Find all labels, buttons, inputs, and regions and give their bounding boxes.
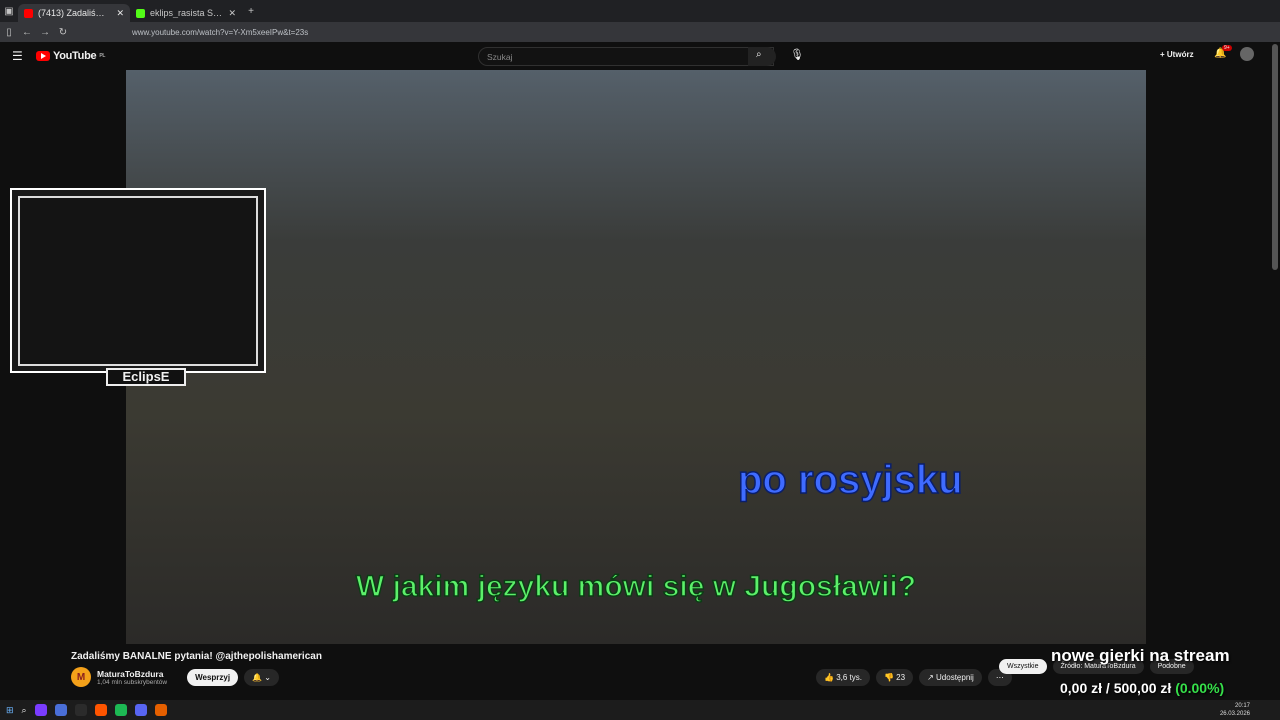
create-button[interactable]: + Utwórz: [1160, 50, 1194, 59]
close-icon[interactable]: ✕: [228, 8, 236, 19]
app-icon[interactable]: [54, 704, 67, 716]
app-icon[interactable]: [34, 704, 47, 716]
youtube-logo[interactable]: YouTube PL: [36, 50, 105, 62]
windows-start-icon[interactable]: ⊞: [6, 705, 14, 716]
youtube-favicon-icon: [24, 8, 33, 18]
tab-menu-icon[interactable]: ▣: [0, 6, 18, 17]
search-button[interactable]: ⌕: [748, 47, 776, 66]
subscriber-count: 1,04 mln subskrybentów: [97, 678, 168, 686]
hamburger-menu-icon[interactable]: ☰: [12, 49, 23, 63]
dislike-button[interactable]: 👎 23: [875, 669, 914, 686]
streamer-webcam-frame: EclipsE: [10, 188, 266, 386]
support-button[interactable]: Wesprzyj: [187, 668, 239, 686]
logo-region: PL: [99, 53, 106, 59]
kick-favicon-icon: [136, 8, 145, 18]
forward-icon[interactable]: →: [36, 27, 54, 38]
streamer-name: EclipsE: [106, 368, 186, 386]
microphone-icon[interactable]: 🎙: [790, 48, 804, 61]
tab-kick[interactable]: eklips_rasista Stream - Kick Da ✕: [130, 4, 242, 22]
search-icon: ⌕: [756, 49, 762, 60]
channel-avatar[interactable]: M: [71, 667, 91, 687]
address-bar: ▯ ← → ↻ www.youtube.com/watch?v=Y-Xm5xee…: [0, 22, 1280, 42]
video-player[interactable]: po rosyjsku W jakim języku mówi się w Ju…: [126, 70, 1146, 644]
scrollbar[interactable]: [1272, 44, 1278, 270]
firefox-icon[interactable]: [154, 704, 167, 716]
youtube-header: ☰ YouTube PL Szukaj ⌕ 🎙 + Utwórz 🔔 9+: [0, 42, 1280, 70]
video-subtitle-green: W jakim języku mówi się w Jugosławii?: [355, 569, 917, 604]
video-actions: 👍 3,6 tys. 👎 23 ↗ Udostępnij ⋯: [816, 669, 1012, 686]
search-icon[interactable]: ⌕: [22, 705, 27, 716]
app-icon[interactable]: [94, 704, 107, 716]
video-subtitle-blue: po rosyjsku: [737, 457, 963, 503]
close-icon[interactable]: ✕: [116, 8, 124, 19]
avatar[interactable]: [1240, 47, 1254, 61]
webcam-inner: [18, 196, 258, 366]
channel-row: M MaturaToBzdura 1,04 mln subskrybentów …: [71, 667, 279, 687]
channel-name[interactable]: MaturaToBzdura: [97, 669, 167, 679]
reload-icon[interactable]: ↻: [54, 27, 72, 38]
discord-icon[interactable]: [134, 704, 147, 716]
goal-money: 0,00 zł / 500,00 zł: [1060, 680, 1172, 696]
url-field[interactable]: www.youtube.com/watch?v=Y-Xm5xeeIPw&t=23…: [132, 28, 308, 37]
tab-title: eklips_rasista Stream - Kick Da: [150, 8, 224, 18]
stream-goal-headline: nowe gierki na stream: [1051, 646, 1230, 665]
clock-time: 20:17: [1234, 703, 1250, 709]
os-taskbar: ⊞ ⌕: [0, 700, 1280, 720]
chip-all[interactable]: Wszystkie: [999, 659, 1047, 674]
app-icon[interactable]: [74, 704, 87, 716]
stream-goal-progress: 0,00 zł / 500,00 zł (0.00%): [1060, 680, 1224, 696]
new-tab-icon[interactable]: +: [242, 6, 260, 17]
share-button[interactable]: ↗ Udostępnij: [919, 669, 982, 686]
create-label: Utwórz: [1166, 50, 1194, 59]
goal-percent: (0.00%): [1175, 680, 1225, 696]
back-icon[interactable]: ←: [18, 27, 36, 38]
like-count: 3,6 tys.: [836, 673, 862, 682]
system-clock[interactable]: 20:17 26.03.2026: [1220, 702, 1250, 718]
search-input[interactable]: Szukaj: [478, 47, 774, 66]
channel-info: MaturaToBzdura 1,04 mln subskrybentów: [97, 669, 167, 686]
notification-count-badge: 9+: [1222, 45, 1232, 51]
sidebar-icon[interactable]: ▯: [0, 27, 18, 38]
youtube-play-icon: [36, 51, 50, 61]
logo-text: YouTube: [53, 50, 97, 62]
share-label: Udostępnij: [936, 673, 974, 682]
like-button[interactable]: 👍 3,6 tys.: [816, 669, 870, 686]
dislike-count: 23: [896, 673, 906, 682]
spotify-icon[interactable]: [114, 704, 127, 716]
tab-title: (7413) Zadaliśmy BANALNE: [38, 8, 111, 18]
clock-date: 26.03.2026: [1219, 711, 1250, 717]
video-title: Zadaliśmy BANALNE pytania! @ajthepolisha…: [71, 651, 322, 662]
tab-youtube[interactable]: (7413) Zadaliśmy BANALNE ✕: [18, 4, 130, 22]
notification-bell-button[interactable]: 🔔 ⌄: [244, 668, 279, 686]
browser-tabbar: ▣ (7413) Zadaliśmy BANALNE ✕ eklips_rasi…: [0, 0, 1280, 22]
